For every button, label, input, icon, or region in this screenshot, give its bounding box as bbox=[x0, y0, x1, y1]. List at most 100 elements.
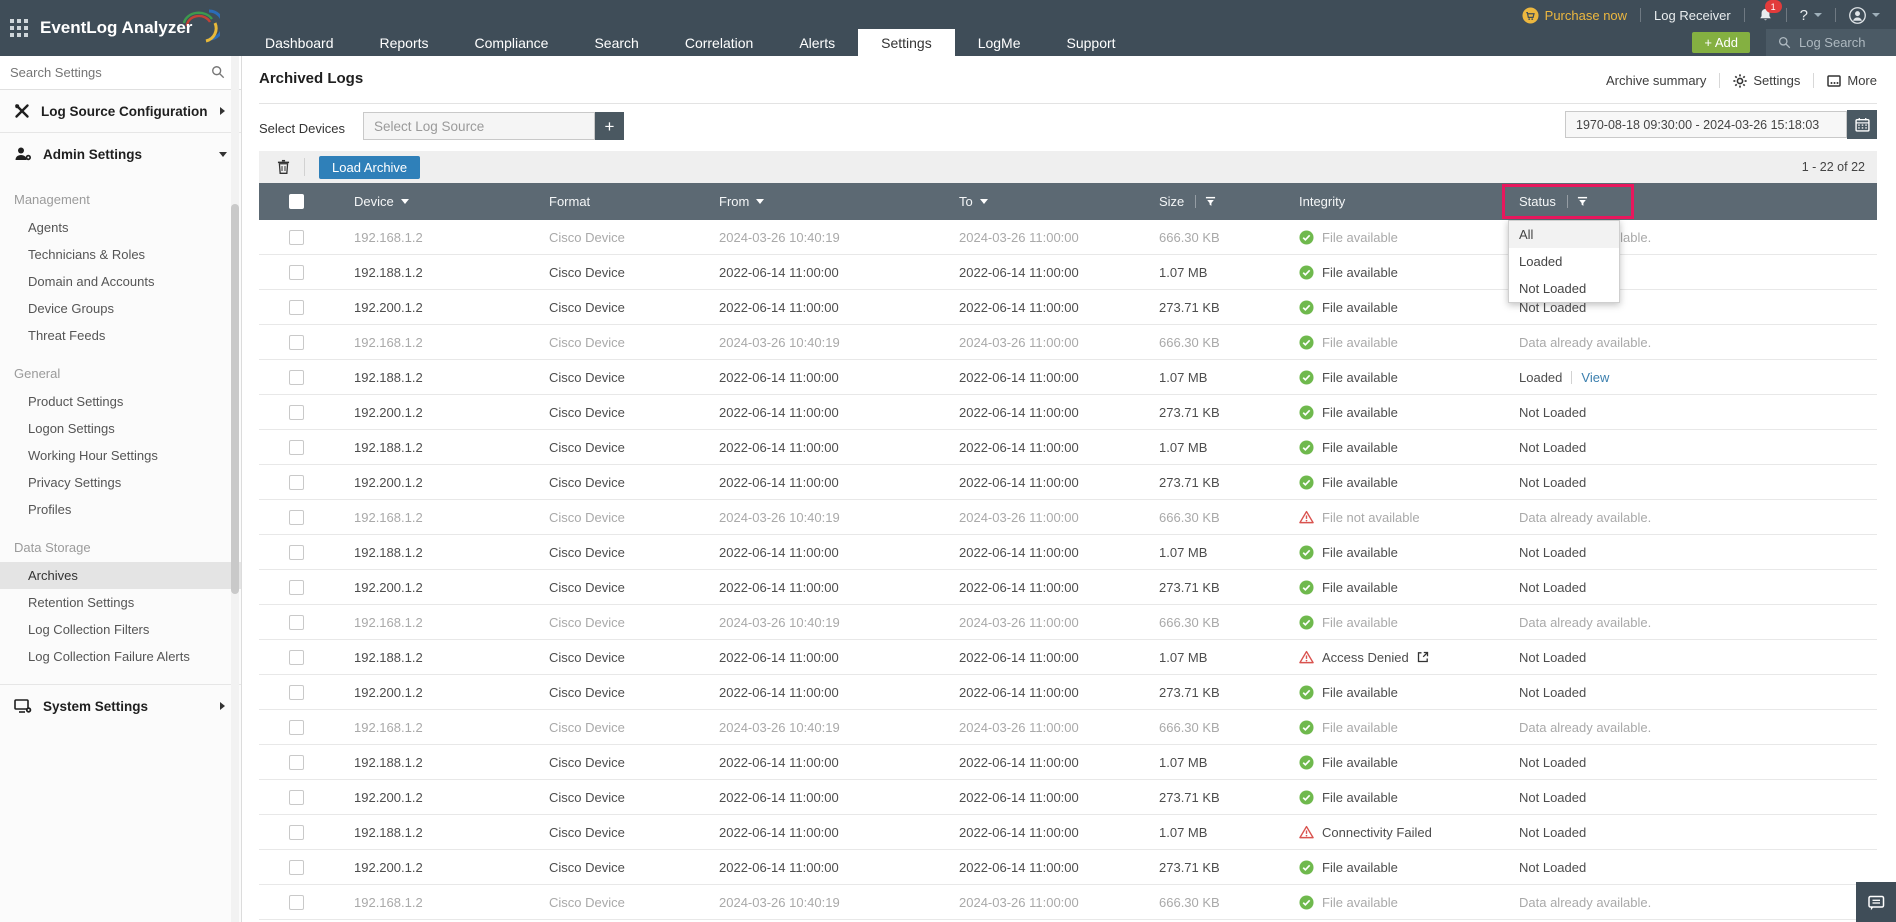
column-header-format[interactable]: Format bbox=[529, 194, 699, 209]
add-device-button[interactable]: + bbox=[595, 112, 624, 140]
row-checkbox[interactable] bbox=[289, 649, 304, 665]
tab-search[interactable]: Search bbox=[571, 29, 661, 56]
status-cell: Not Loaded bbox=[1519, 824, 1587, 840]
sidebar-item-domain-and-accounts[interactable]: Domain and Accounts bbox=[0, 268, 241, 295]
purchase-now-link[interactable]: Purchase now bbox=[1522, 6, 1627, 24]
sidebar-item-profiles[interactable]: Profiles bbox=[0, 496, 241, 523]
log-search[interactable]: Log Search bbox=[1766, 29, 1896, 56]
column-header-device[interactable]: Device bbox=[334, 194, 529, 209]
device-cell: 192.200.1.2 bbox=[354, 859, 423, 875]
log-receiver-link[interactable]: Log Receiver bbox=[1654, 8, 1731, 23]
column-header-size[interactable]: Size bbox=[1139, 194, 1279, 209]
row-checkbox[interactable] bbox=[289, 229, 304, 245]
app-grid-icon[interactable] bbox=[10, 19, 28, 37]
size-cell: 1.07 MB bbox=[1159, 264, 1208, 280]
search-icon[interactable] bbox=[211, 65, 225, 79]
tab-compliance[interactable]: Compliance bbox=[452, 29, 572, 56]
settings-search-input[interactable] bbox=[0, 56, 205, 89]
sidebar-item-threat-feeds[interactable]: Threat Feeds bbox=[0, 322, 241, 349]
row-checkbox[interactable] bbox=[289, 579, 304, 595]
device-cell: 192.200.1.2 bbox=[354, 474, 423, 490]
load-archive-button[interactable]: Load Archive bbox=[319, 155, 421, 179]
status-cell: Not Loaded bbox=[1519, 684, 1587, 700]
sidebar-item-admin-settings[interactable]: Admin Settings bbox=[0, 133, 241, 175]
row-checkbox[interactable] bbox=[289, 684, 304, 700]
table-toolbar: Load Archive 1 - 22 of 22 bbox=[259, 151, 1877, 183]
tab-settings[interactable]: Settings bbox=[858, 29, 955, 56]
tab-dashboard[interactable]: Dashboard bbox=[242, 29, 357, 56]
column-header-from[interactable]: From bbox=[699, 194, 939, 209]
add-button[interactable]: + Add bbox=[1692, 32, 1750, 53]
row-checkbox[interactable] bbox=[289, 789, 304, 805]
sidebar-item-logon-settings[interactable]: Logon Settings bbox=[0, 415, 241, 442]
calendar-button[interactable] bbox=[1847, 110, 1877, 139]
user-menu[interactable] bbox=[1849, 6, 1880, 24]
sidebar-section-items: Archives Retention Settings Log Collection… bbox=[0, 562, 241, 670]
tab-logme[interactable]: LogMe bbox=[955, 29, 1044, 56]
status-filter-option-loaded[interactable]: Loaded bbox=[1509, 248, 1619, 275]
row-checkbox[interactable] bbox=[289, 474, 304, 490]
select-log-source-input[interactable] bbox=[363, 112, 595, 140]
from-cell: 2022-06-14 11:00:00 bbox=[719, 299, 839, 315]
sidebar-item-system-settings[interactable]: System Settings bbox=[0, 685, 241, 727]
date-range-input[interactable] bbox=[1565, 111, 1847, 138]
sidebar-section: General Product Settings Logon Settings Wo… bbox=[0, 349, 241, 523]
help-menu[interactable]: ? bbox=[1800, 7, 1822, 24]
status-filter-option-all[interactable]: All bbox=[1509, 221, 1619, 248]
column-header-integrity[interactable]: Integrity bbox=[1279, 194, 1499, 209]
select-all-checkbox[interactable] bbox=[289, 194, 304, 209]
status-cell: Not Loaded bbox=[1519, 754, 1587, 770]
sidebar-item-log-collection-failure-alerts[interactable]: Log Collection Failure Alerts bbox=[0, 643, 241, 670]
integrity-cell: File available bbox=[1279, 615, 1499, 630]
sidebar-item-product-settings[interactable]: Product Settings bbox=[0, 388, 241, 415]
archive-summary-link[interactable]: Archive summary bbox=[1606, 73, 1706, 88]
tab-reports[interactable]: Reports bbox=[357, 29, 452, 56]
from-cell: 2024-03-26 10:40:19 bbox=[719, 614, 840, 630]
row-checkbox[interactable] bbox=[289, 369, 304, 385]
sidebar-item-log-collection-filters[interactable]: Log Collection Filters bbox=[0, 616, 241, 643]
sidebar-item-log-source-configuration[interactable]: Log Source Configuration bbox=[0, 90, 241, 132]
device-cell: 192.200.1.2 bbox=[354, 684, 423, 700]
column-header-to[interactable]: To bbox=[939, 194, 1139, 209]
sidebar-item-retention-settings[interactable]: Retention Settings bbox=[0, 589, 241, 616]
notifications-button[interactable]: 1 bbox=[1758, 0, 1782, 23]
row-checkbox[interactable] bbox=[289, 754, 304, 770]
external-link-icon[interactable] bbox=[1417, 651, 1429, 663]
archive-settings-button[interactable]: Settings bbox=[1733, 73, 1800, 88]
row-checkbox[interactable] bbox=[289, 719, 304, 735]
from-cell: 2024-03-26 10:40:19 bbox=[719, 509, 840, 525]
size-cell: 666.30 KB bbox=[1159, 614, 1220, 630]
format-cell: Cisco Device bbox=[549, 299, 625, 315]
status-cell: Data already available. bbox=[1519, 614, 1652, 630]
row-checkbox[interactable] bbox=[289, 614, 304, 630]
sidebar-item-working-hour-settings[interactable]: Working Hour Settings bbox=[0, 442, 241, 469]
row-checkbox[interactable] bbox=[289, 299, 304, 315]
view-link[interactable]: View bbox=[1581, 370, 1609, 385]
sidebar-item-technicians-roles[interactable]: Technicians & Roles bbox=[0, 241, 241, 268]
status-filter-option-not-loaded[interactable]: Not Loaded bbox=[1509, 275, 1619, 302]
row-checkbox[interactable] bbox=[289, 334, 304, 350]
row-checkbox[interactable] bbox=[289, 894, 304, 910]
delete-button[interactable] bbox=[277, 159, 290, 175]
row-checkbox[interactable] bbox=[289, 264, 304, 280]
row-checkbox[interactable] bbox=[289, 824, 304, 840]
device-cell: 192.188.1.2 bbox=[354, 754, 423, 770]
sidebar-item-privacy-settings[interactable]: Privacy Settings bbox=[0, 469, 241, 496]
row-checkbox[interactable] bbox=[289, 439, 304, 455]
filter-icon[interactable] bbox=[1205, 196, 1216, 207]
chat-button[interactable] bbox=[1856, 882, 1896, 922]
tab-alerts[interactable]: Alerts bbox=[776, 29, 858, 56]
more-button[interactable]: More bbox=[1827, 73, 1877, 88]
row-checkbox[interactable] bbox=[289, 859, 304, 875]
sidebar-item-agents[interactable]: Agents bbox=[0, 214, 241, 241]
row-checkbox[interactable] bbox=[289, 509, 304, 525]
row-checkbox[interactable] bbox=[289, 544, 304, 560]
integrity-cell: File available bbox=[1279, 440, 1499, 455]
scrollbar-thumb[interactable] bbox=[231, 204, 239, 594]
row-checkbox[interactable] bbox=[289, 404, 304, 420]
tab-correlation[interactable]: Correlation bbox=[662, 29, 776, 56]
sidebar-scrollbar[interactable] bbox=[231, 56, 239, 922]
sidebar-item-device-groups[interactable]: Device Groups bbox=[0, 295, 241, 322]
tab-support[interactable]: Support bbox=[1044, 29, 1139, 56]
sidebar-item-archives[interactable]: Archives bbox=[0, 562, 241, 589]
